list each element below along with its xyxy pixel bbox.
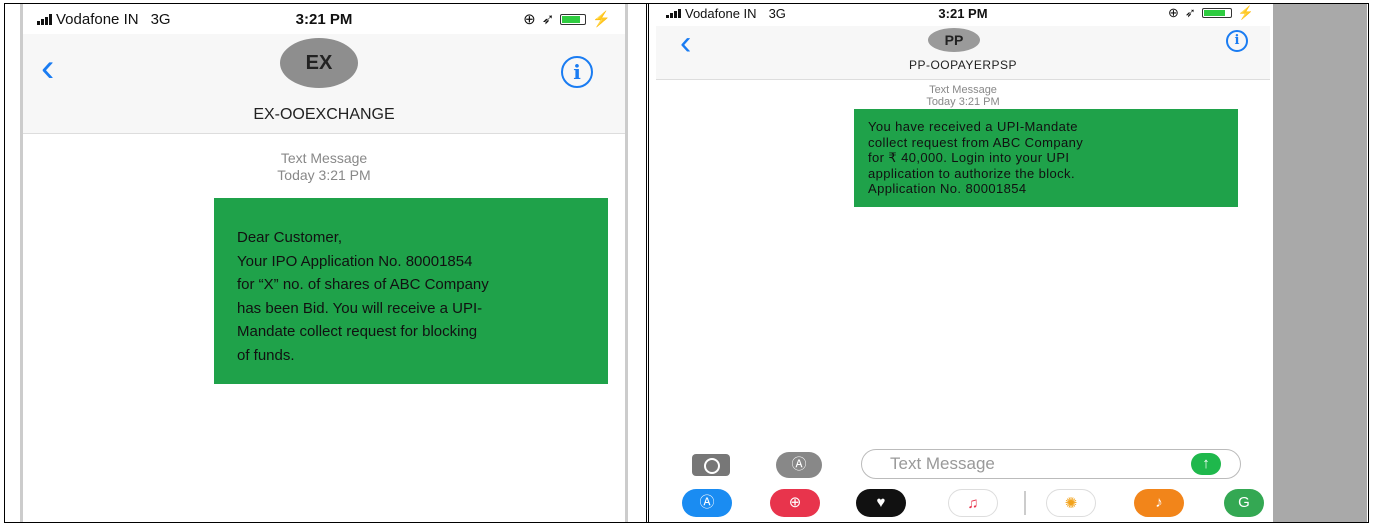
message-line: for “X” no. of shares of ABC Company (237, 276, 489, 293)
panel-divider (646, 3, 649, 523)
status-right-icons: ⊕ ➶ ⚡ (1168, 5, 1254, 21)
meta-time: Today 3:21 PM (926, 96, 1000, 108)
message-line: Mandate collect request for blocking (237, 323, 478, 340)
contact-avatar[interactable]: EX (280, 38, 358, 88)
message-line: of funds. (237, 346, 295, 364)
message-bubble[interactable]: Dear Customer, Your IPO Application No. … (214, 198, 608, 384)
charging-icon: ⚡ (1237, 5, 1254, 20)
info-icon[interactable]: i (561, 56, 593, 88)
charging-icon: ⚡ (592, 11, 611, 28)
message-line: application to authorize the block. (868, 165, 1075, 181)
meta-label: Text Message (280, 150, 368, 166)
location-icon: ➶ (541, 11, 555, 28)
app-store-icon[interactable]: Ⓐ (682, 489, 732, 517)
contact-avatar[interactable]: PP (928, 28, 980, 52)
maps-icon[interactable]: G (1224, 489, 1264, 517)
conversation-header: ‹ EX EX-OOEXCHANGE i (23, 34, 625, 134)
info-icon[interactable]: i (1226, 30, 1248, 52)
battery-icon (1201, 8, 1232, 18)
back-chevron-icon[interactable]: ‹ (41, 48, 54, 88)
location-icon: ➶ (1184, 5, 1196, 20)
status-bar: Vodafone IN 3G 3:21 PM ⊕ ➶ ⚡ (23, 4, 625, 34)
music-note-icon[interactable]: ♫ (948, 489, 998, 517)
camera-icon[interactable] (692, 454, 730, 476)
message-input[interactable]: Text Message (861, 449, 1241, 479)
app-store-icon[interactable]: Ⓐ (776, 452, 822, 478)
side-margin (1273, 4, 1367, 522)
battery-icon (560, 13, 587, 25)
message-meta: Text Message Today 3:21 PM (23, 150, 625, 184)
left-phone-screen: Vodafone IN 3G 3:21 PM ⊕ ➶ ⚡ ‹ EX EX-OOE… (20, 4, 628, 522)
status-bar: Vodafone IN 3G 3:21 PM ⊕ ➶ ⚡ (656, 4, 1270, 26)
right-phone-screen: Vodafone IN 3G 3:21 PM ⊕ ➶ ⚡ ‹ PP PP-OOP… (656, 4, 1270, 522)
message-line: Application No. 80001854 (868, 181, 1027, 196)
heart-record-icon[interactable]: ♥ (856, 489, 906, 517)
tray-separator (1024, 491, 1026, 515)
send-arrow-icon[interactable]: ↑ (1191, 453, 1221, 475)
back-chevron-icon[interactable]: ‹ (680, 26, 691, 60)
message-line: Dear Customer, (237, 229, 343, 246)
message-line: Your IPO Application No. 80001854 (237, 252, 473, 270)
rotation-lock-icon: ⊕ (523, 11, 536, 28)
search-globe-icon[interactable]: ⊕ (770, 489, 820, 517)
conversation-header: ‹ PP PP-OOPAYERPSP i (656, 26, 1270, 80)
message-line: You have received a UPI-Mandate (868, 119, 1078, 134)
contact-name[interactable]: EX-OOEXCHANGE (23, 106, 625, 124)
message-meta: Text Message Today 3:21 PM (656, 84, 1270, 108)
message-line: collect request from ABC Company (868, 134, 1084, 150)
message-bubble[interactable]: You have received a UPI-Mandate collect … (854, 109, 1238, 207)
photos-pinwheel-icon[interactable]: ✺ (1046, 489, 1096, 517)
message-line: has been Bid. You will receive a UPI- (237, 299, 483, 317)
message-line: for ₹ 40,000. Login into your UPI (868, 150, 1070, 165)
rotation-lock-icon: ⊕ (1168, 5, 1179, 20)
meta-label: Text Message (929, 84, 997, 96)
guitar-icon[interactable]: ♪ (1134, 489, 1184, 517)
status-right-icons: ⊕ ➶ ⚡ (523, 10, 611, 28)
meta-time: Today 3:21 PM (277, 167, 371, 183)
composer-bar: Ⓐ Text Message ↑ (656, 446, 1270, 482)
contact-name[interactable]: PP-OOPAYERPSP (656, 58, 1270, 72)
app-tray: Ⓐ ⊕ ♥ ♫ ✺ ♪ G (656, 486, 1270, 520)
